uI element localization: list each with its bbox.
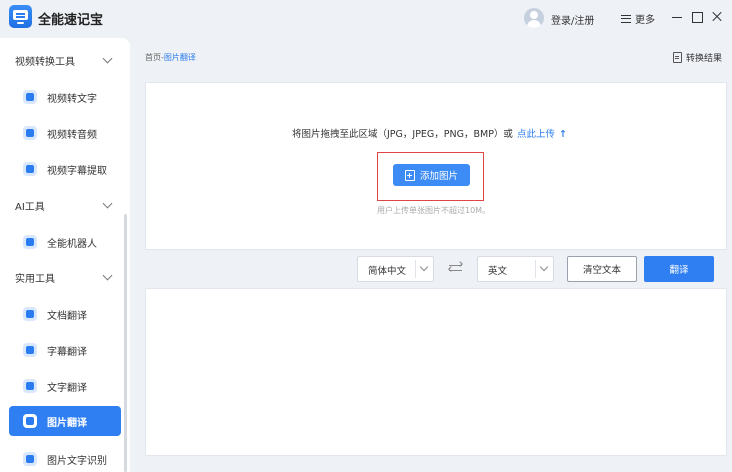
sidebar-item-image-translate[interactable]: 图片翻译 (9, 406, 121, 436)
minimize-button[interactable] (670, 10, 684, 24)
convert-result-button[interactable]: 转换结果 (673, 51, 722, 64)
document-icon (673, 52, 682, 63)
sidebar-item-label: 视频字幕提取 (47, 166, 107, 177)
drop-hint: 将图片拖拽至此区域（JPG，JPEG，PNG，BMP）或 点此上传 ↑ (292, 126, 567, 140)
upload-icon (23, 162, 37, 176)
subtitle-icon (23, 343, 37, 357)
chevron-down-icon (419, 262, 429, 272)
audio-icon (23, 126, 37, 140)
upload-drop-zone[interactable]: 将图片拖拽至此区域（JPG，JPEG，PNG，BMP）或 点此上传 ↑ 添加图片 用… (145, 82, 727, 250)
upload-limit-hint: 用户上传单张图片不超过10M。 (377, 206, 491, 215)
sidebar-group-video-tools[interactable]: 视频转换工具 (15, 53, 75, 68)
avatar[interactable] (524, 8, 544, 28)
video-text-icon (23, 90, 37, 104)
select-divider (535, 260, 536, 278)
sidebar-item-text-translate[interactable]: 文字翻译 (9, 371, 121, 401)
sidebar-group-ai-tools[interactable]: AI工具 (15, 198, 45, 213)
select-divider (415, 260, 416, 278)
document-icon (23, 307, 37, 321)
app-logo-icon (9, 5, 32, 28)
clear-text-button[interactable]: 清空文本 (567, 256, 637, 282)
menu-icon (621, 14, 631, 23)
app-title: 全能速记宝 (38, 13, 104, 28)
robot-icon (23, 235, 37, 249)
sidebar-item-robot[interactable]: 全能机器人 (9, 227, 121, 257)
ocr-icon (23, 452, 37, 466)
maximize-button[interactable] (690, 10, 704, 24)
sidebar-item-image-ocr[interactable]: 图片文字识别 (9, 444, 121, 472)
sidebar-item-label: 视频转文字 (47, 94, 97, 105)
sidebar-item-label: 视频转音频 (47, 130, 97, 141)
breadcrumb-home[interactable]: 首页 (145, 53, 161, 62)
title-bar: 全能速记宝 登录/注册 更多 (0, 0, 732, 38)
sidebar-item-subtitle-extract[interactable]: 视频字幕提取 (9, 154, 121, 184)
breadcrumb-current: 图片翻译 (163, 53, 196, 62)
more-menu-button[interactable]: 更多 (621, 11, 655, 26)
more-label: 更多 (635, 15, 655, 26)
close-button[interactable] (710, 10, 724, 24)
target-language-select[interactable]: 英文 (477, 256, 554, 282)
arrow-up-icon: ↑ (558, 129, 567, 140)
sidebar-item-video-to-audio[interactable]: 视频转音频 (9, 118, 121, 148)
chevron-down-icon[interactable] (102, 270, 113, 281)
text-icon (23, 379, 37, 393)
target-language-value: 英文 (488, 266, 508, 277)
sidebar-item-label: 图片翻译 (47, 418, 87, 429)
add-file-icon (404, 169, 415, 181)
sidebar-item-label: 字幕翻译 (47, 347, 87, 358)
upload-link[interactable]: 点此上传 (517, 129, 555, 140)
chevron-down-icon (539, 262, 549, 272)
sidebar-item-label: 图片文字识别 (47, 456, 107, 467)
chevron-down-icon[interactable] (102, 198, 113, 209)
sidebar-item-video-to-text[interactable]: 视频转文字 (9, 82, 121, 112)
drop-hint-text: 将图片拖拽至此区域（JPG，JPEG，PNG，BMP）或 (292, 129, 513, 140)
sidebar-item-label: 文字翻译 (47, 383, 87, 394)
breadcrumb: 首页-图片翻译 (145, 52, 196, 63)
sidebar-item-subtitle-translate[interactable]: 字幕翻译 (9, 335, 121, 365)
add-image-button[interactable]: 添加图片 (393, 164, 470, 186)
sidebar-scrollbar[interactable] (124, 214, 127, 472)
source-language-select[interactable]: 简体中文 (357, 256, 434, 282)
image-icon (23, 414, 37, 428)
sidebar: 视频转换工具 视频转文字 视频转音频 视频字幕提取 AI工具 全能机器人 实用工… (0, 38, 130, 472)
translate-button[interactable]: 翻译 (644, 256, 714, 282)
sidebar-item-label: 全能机器人 (47, 239, 97, 250)
sidebar-group-utilities[interactable]: 实用工具 (15, 270, 55, 285)
login-link[interactable]: 登录/注册 (551, 12, 594, 27)
translation-result-area[interactable] (145, 288, 727, 456)
convert-result-label: 转换结果 (686, 54, 723, 64)
chevron-down-icon[interactable] (102, 53, 113, 64)
add-image-label: 添加图片 (419, 171, 458, 182)
sidebar-item-doc-translate[interactable]: 文档翻译 (9, 299, 121, 329)
sidebar-item-label: 文档翻译 (47, 311, 87, 322)
source-language-value: 简体中文 (368, 266, 407, 277)
swap-languages-icon[interactable] (448, 261, 463, 274)
